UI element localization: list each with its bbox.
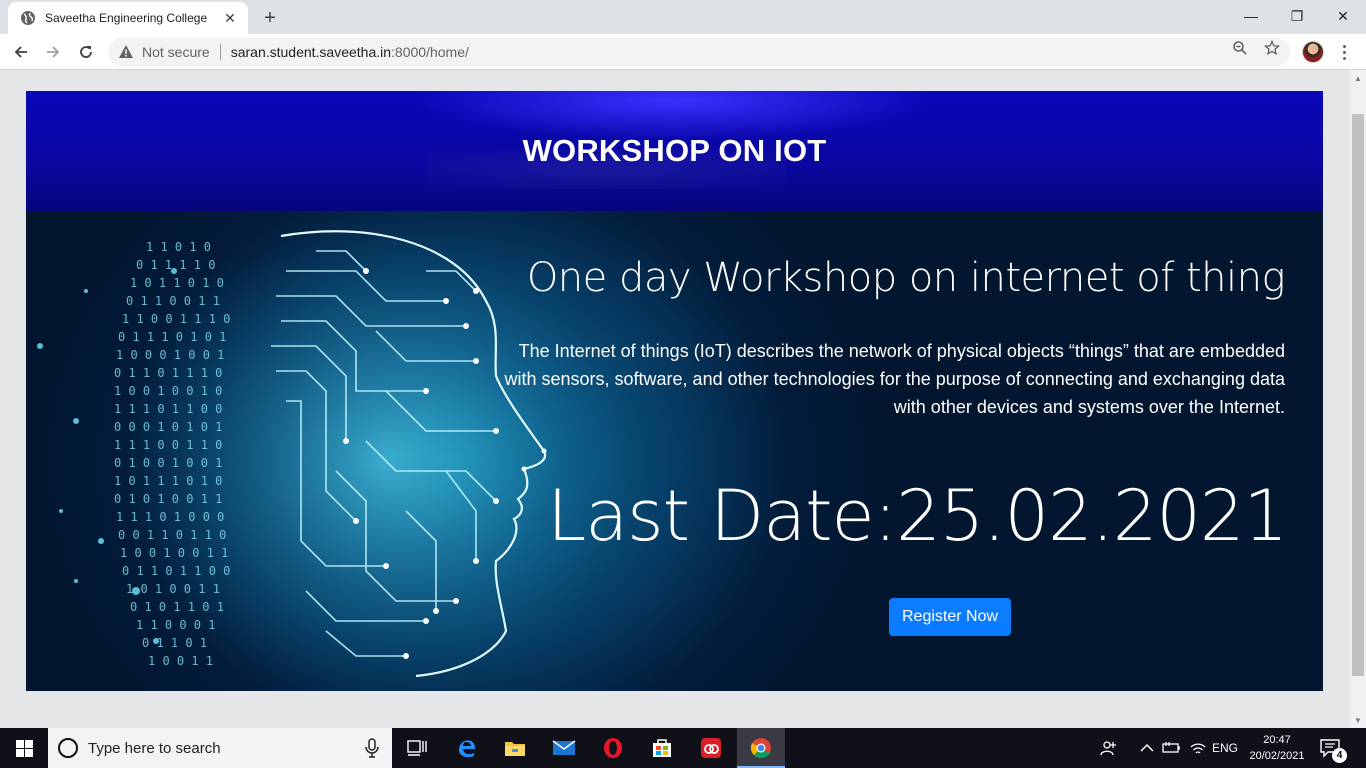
chrome-button[interactable]: [737, 728, 785, 768]
arrow-right-icon: [47, 46, 60, 58]
language-indicator[interactable]: ENG: [1212, 728, 1238, 768]
hero-section: 1 1 0 1 00 1 1 1 1 0 1 0 1 1 0 1 00 1 1 …: [26, 211, 1323, 691]
page-content: WORKSHOP ON IOT 1 1 0 1 00 1 1 1 1 0 1 0…: [26, 91, 1323, 691]
new-tab-button[interactable]: +: [258, 6, 282, 30]
svg-text:0 1 1 0 0 1 1: 0 1 1 0 0 1 1: [126, 294, 220, 308]
svg-text:1 0 0 0 1 0 0 1: 1 0 0 0 1 0 0 1: [116, 348, 224, 362]
start-button[interactable]: [0, 728, 48, 768]
reload-icon: [80, 46, 92, 58]
mail-icon: [552, 740, 576, 755]
windows-taskbar: Type here to search ENG 20:47 20/02/2021: [0, 728, 1366, 768]
minimize-button[interactable]: —: [1228, 0, 1274, 32]
opera-icon: [604, 738, 622, 758]
notification-count-badge: 4: [1332, 748, 1347, 763]
opera-button[interactable]: [589, 728, 637, 768]
browser-tab[interactable]: Saveetha Engineering College ✕: [8, 2, 248, 34]
security-label[interactable]: Not secure: [142, 44, 210, 60]
chevron-up-icon[interactable]: [1140, 728, 1154, 768]
scroll-up-icon[interactable]: ▲: [1350, 70, 1366, 86]
system-clock[interactable]: 20:47 20/02/2021: [1244, 732, 1310, 764]
mail-button[interactable]: [540, 728, 588, 768]
task-view-icon: [407, 740, 427, 756]
svg-text:1 1 0 1 0: 1 1 0 1 0: [146, 240, 211, 254]
svg-text:1 1 0 0 0 1: 1 1 0 0 0 1: [136, 618, 215, 632]
svg-text:0 0 0 1 0 1 0 1: 0 0 0 1 0 1 0 1: [114, 420, 222, 434]
microphone-icon[interactable]: [364, 738, 380, 758]
last-date-text: Last Date:25.02.2021: [547, 475, 1288, 557]
url-path: :8000/home/: [391, 44, 469, 60]
hero-heading: One day Workshop on internet of thing: [526, 255, 1286, 301]
file-explorer-button[interactable]: [491, 728, 539, 768]
search-placeholder: Type here to search: [88, 739, 221, 757]
globe-icon: [21, 11, 35, 25]
scroll-down-icon[interactable]: ▼: [1350, 712, 1366, 728]
zoom-icon[interactable]: [1232, 40, 1248, 56]
svg-text:0 1 0 0 1 0 0 1: 0 1 0 0 1 0 0 1: [114, 456, 222, 470]
svg-text:1 1 0 0 1 1 1 0: 1 1 0 0 1 1 1 0: [122, 312, 230, 326]
svg-text:1 1 1 0 1 1 0 0: 1 1 1 0 1 1 0 0: [114, 402, 222, 416]
header-banner: WORKSHOP ON IOT: [26, 91, 1323, 211]
browser-toolbar: Not secure saran.student.saveetha.in:800…: [0, 34, 1366, 70]
wifi-icon[interactable]: [1190, 728, 1206, 768]
profile-avatar[interactable]: [1302, 41, 1324, 63]
clock-time: 20:47: [1263, 734, 1291, 746]
address-divider: [219, 44, 221, 60]
page-viewport: WORKSHOP ON IOT 1 1 0 1 00 1 1 1 1 0 1 0…: [0, 70, 1350, 728]
svg-text:0 1 1 0 1: 0 1 1 0 1: [142, 636, 207, 650]
warning-icon: [119, 45, 133, 58]
folder-icon: [505, 742, 525, 756]
back-button[interactable]: [7, 38, 35, 66]
svg-text:0 1 0 1 1 0 1: 0 1 0 1 1 0 1: [130, 600, 224, 614]
tab-strip: Saveetha Engineering College ✕ + — ❐ ✕: [0, 0, 1366, 34]
svg-text:1 0 1 0 0 1 1: 1 0 1 0 0 1 1: [126, 582, 220, 596]
svg-text:1 0 0 1 1: 1 0 0 1 1: [148, 654, 213, 668]
close-tab-icon[interactable]: ✕: [222, 10, 238, 26]
hero-description: The Internet of things (IoT) describes t…: [504, 341, 1285, 417]
cortana-icon: [58, 738, 78, 758]
bookmark-star-icon[interactable]: [1264, 40, 1280, 56]
banner-title: WORKSHOP ON IOT: [522, 133, 827, 168]
edge-button[interactable]: [443, 728, 491, 768]
url-host: saran.student.saveetha.in: [230, 44, 392, 60]
svg-text:1 1 1 0 0 1 1 0: 1 1 1 0 0 1 1 0: [114, 438, 222, 452]
svg-text:1 0 1 1 0 1 0: 1 0 1 1 0 1 0: [130, 276, 224, 290]
forward-button[interactable]: [39, 38, 67, 66]
arrow-left-icon: [14, 46, 27, 58]
task-view-button[interactable]: [393, 728, 441, 768]
close-window-button[interactable]: ✕: [1320, 0, 1366, 32]
scrollbar-thumb[interactable]: [1352, 114, 1364, 676]
chrome-icon: [750, 738, 771, 759]
svg-text:1 0 0 1 0 0 1 0: 1 0 0 1 0 0 1 0: [114, 384, 222, 398]
store-button[interactable]: [638, 728, 686, 768]
edge-icon: [459, 740, 475, 758]
tab-title: Saveetha Engineering College: [45, 11, 208, 25]
browser-menu-button[interactable]: [1334, 42, 1354, 62]
svg-text:0 1 1 0 1 1 1 0: 0 1 1 0 1 1 1 0: [114, 366, 222, 380]
people-icon[interactable]: [1100, 728, 1118, 768]
store-icon: [653, 739, 671, 757]
clock-date: 20/02/2021: [1249, 750, 1305, 762]
svg-text:1 0 0 1 0 0 1 1: 1 0 0 1 0 0 1 1: [120, 546, 228, 560]
windows-logo-icon: [15, 739, 33, 757]
svg-text:1 1 1 0 1 0 0 0: 1 1 1 0 1 0 0 0: [116, 510, 224, 524]
restore-button[interactable]: ❐: [1274, 0, 1320, 32]
address-bar[interactable]: Not secure saran.student.saveetha.in:800…: [108, 38, 1290, 66]
creative-cloud-icon: [701, 738, 721, 758]
svg-text:0 1 1 1 0 1 0 1: 0 1 1 1 0 1 0 1: [118, 330, 226, 344]
svg-text:0 1 1 0 1 1 0 0: 0 1 1 0 1 1 0 0: [122, 564, 230, 578]
creative-cloud-button[interactable]: [687, 728, 735, 768]
battery-icon[interactable]: [1162, 728, 1182, 768]
svg-text:0 1 0 1 0 0 1 1: 0 1 0 1 0 0 1 1: [114, 492, 222, 506]
page-scrollbar[interactable]: ▲ ▼: [1350, 70, 1366, 728]
svg-text:1 0 1 1 1 0 1 0: 1 0 1 1 1 0 1 0: [114, 474, 222, 488]
taskbar-search[interactable]: Type here to search: [48, 728, 392, 768]
svg-text:0 0 1 1 0 1 1 0: 0 0 1 1 0 1 1 0: [118, 528, 226, 542]
register-now-button[interactable]: Register Now: [889, 598, 1011, 636]
reload-button[interactable]: [72, 38, 100, 66]
